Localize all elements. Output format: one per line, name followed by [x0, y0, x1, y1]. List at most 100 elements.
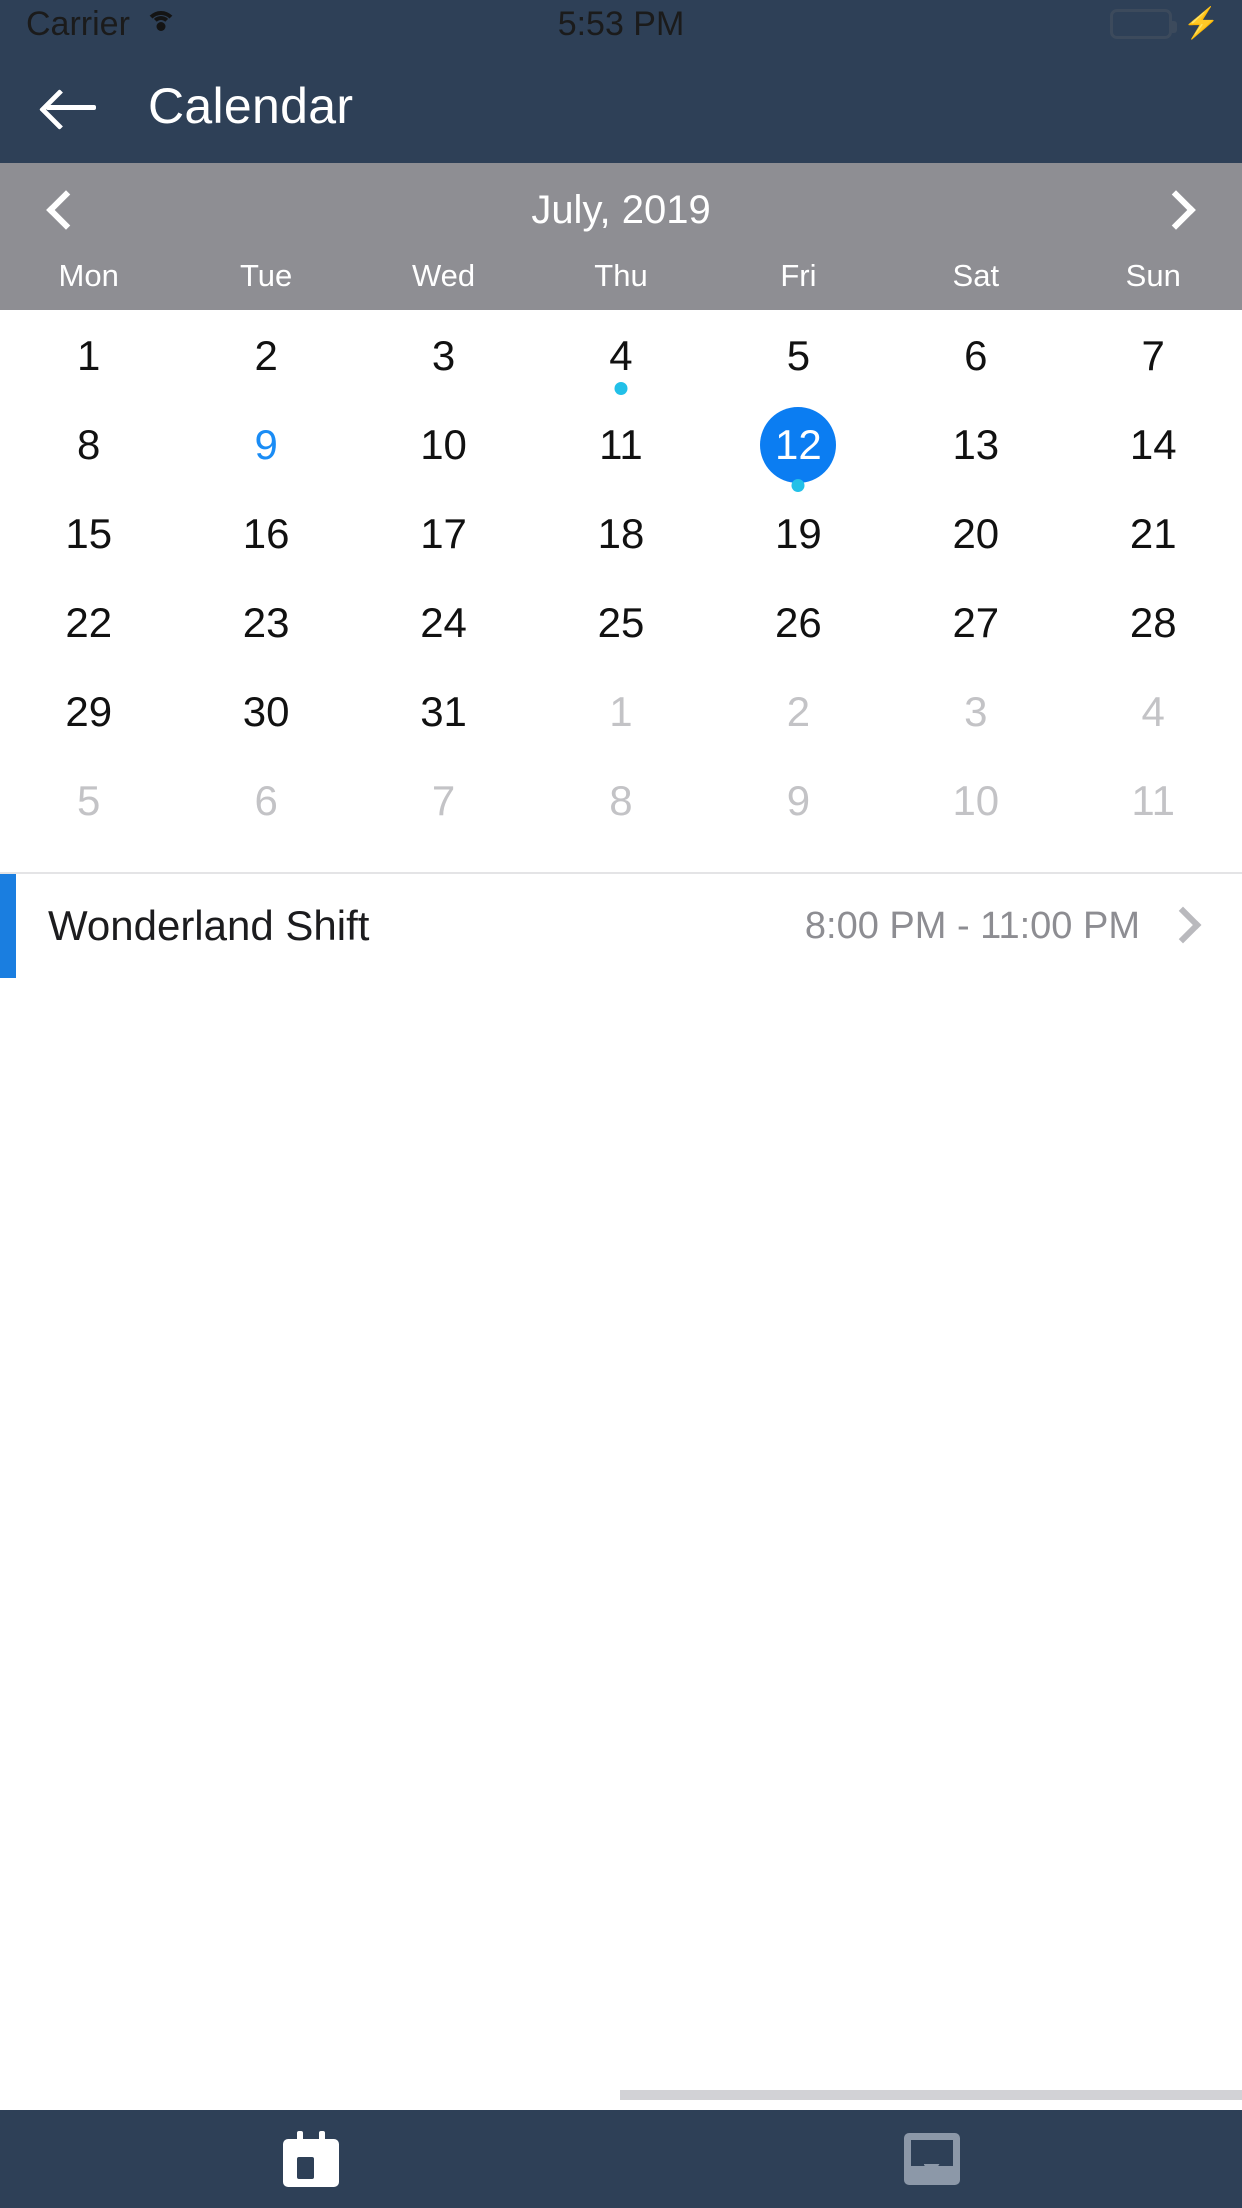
calendar-week-row: 15 16 17 18 19 20 21 — [0, 494, 1242, 583]
weekday-label-wed: Wed — [411, 258, 476, 293]
calendar-day-number: 29 — [65, 688, 113, 735]
chevron-right-icon[interactable] — [1154, 184, 1208, 238]
calendar-day-number: 4 — [1141, 688, 1165, 735]
calendar-day-cell[interactable]: 16 — [177, 494, 354, 583]
status-bar-right: ⚡ — [1109, 7, 1220, 40]
calendar-day-cell[interactable]: 21 — [1065, 494, 1242, 583]
event-indicator-dot — [791, 479, 805, 492]
app-header: Calendar — [0, 48, 1242, 163]
calendar-day-cell[interactable]: 9 — [710, 761, 887, 850]
calendar-day-cell[interactable]: 14 — [1065, 405, 1242, 494]
calendar-day-cell[interactable]: 6 — [177, 761, 354, 850]
calendar-day-cell[interactable]: 15 — [0, 494, 177, 583]
tab-calendar[interactable] — [0, 2131, 621, 2187]
weekday-label-sat: Sat — [952, 258, 1000, 293]
calendar-day-cell[interactable]: 4 — [1065, 672, 1242, 761]
calendar-day-cell[interactable]: 28 — [1065, 583, 1242, 672]
calendar-day-number: 12 — [760, 407, 837, 483]
calendar-day-cell[interactable]: 26 — [710, 583, 887, 672]
battery-full-icon — [1109, 9, 1177, 39]
calendar-day-cell[interactable]: 31 — [355, 672, 532, 761]
calendar-day-number: 7 — [431, 777, 456, 824]
calendar-icon — [282, 2131, 339, 2187]
back-arrow-icon[interactable] — [44, 86, 96, 126]
calendar-day-cell[interactable]: 23 — [177, 583, 354, 672]
calendar-day-cell[interactable]: 18 — [532, 494, 709, 583]
weekday-label-mon: Mon — [58, 258, 119, 293]
event-accent-bar — [0, 874, 16, 978]
calendar-day-cell[interactable]: 8 — [0, 405, 177, 494]
lightning-bolt-icon: ⚡ — [1182, 7, 1220, 40]
calendar-day-cell[interactable]: 25 — [532, 583, 709, 672]
calendar-day-cell[interactable]: 30 — [177, 672, 354, 761]
status-bar: Carrier 5:53 PM ⚡ — [0, 0, 1242, 48]
calendar-day-number: 23 — [242, 599, 290, 646]
calendar-day-cell[interactable]: 29 — [0, 672, 177, 761]
calendar-week-row: 8 9 10 11 12 13 14 — [0, 405, 1242, 494]
weekday-header-row: Mon Tue Wed Thu Fri Sat Sun — [0, 258, 1242, 310]
calendar-day-cell[interactable]: 7 — [1065, 316, 1242, 405]
page-title: Calendar — [148, 77, 354, 134]
calendar-day-number: 10 — [952, 777, 1000, 824]
tab-inbox[interactable] — [621, 2133, 1242, 2185]
calendar-day-number: 15 — [65, 510, 113, 557]
calendar-day-cell[interactable]: 5 — [710, 316, 887, 405]
calendar-day-cell[interactable]: 5 — [0, 761, 177, 850]
scroll-thumb[interactable] — [0, 2090, 620, 2100]
chevron-right-icon[interactable] — [1164, 906, 1206, 946]
calendar-day-number: 2 — [254, 332, 278, 379]
status-bar-time: 5:53 PM — [557, 4, 685, 43]
calendar-day-cell[interactable]: 8 — [532, 761, 709, 850]
inbox-tray-icon — [903, 2133, 960, 2185]
event-indicator-dot — [614, 382, 628, 395]
calendar-day-cell[interactable]: 10 — [355, 405, 532, 494]
calendar-day-cell[interactable]: 12 — [710, 405, 887, 494]
calendar-day-cell[interactable]: 1 — [0, 316, 177, 405]
calendar-day-cell[interactable]: 4 — [532, 316, 709, 405]
calendar-day-cell[interactable]: 19 — [710, 494, 887, 583]
calendar-day-cell[interactable]: 22 — [0, 583, 177, 672]
weekday-label-fri: Fri — [780, 258, 817, 293]
calendar-day-number: 10 — [420, 421, 467, 468]
calendar-day-cell[interactable]: 6 — [887, 316, 1064, 405]
calendar-day-cell[interactable]: 2 — [177, 316, 354, 405]
calendar-day-cell[interactable]: 9 — [177, 405, 354, 494]
weekday-label-sun: Sun — [1125, 258, 1181, 293]
calendar-day-number: 17 — [420, 510, 467, 557]
calendar-day-number: 1 — [609, 688, 633, 735]
calendar-day-cell[interactable]: 3 — [887, 672, 1064, 761]
calendar-day-number: 9 — [254, 421, 278, 468]
calendar-day-number: 6 — [964, 332, 988, 379]
calendar-day-cell[interactable]: 11 — [532, 405, 709, 494]
calendar-grid: 1 2 3 4 5 6 7 8 9 10 11 12 13 14 15 16 17 18 19 20 21 22 23 24 2… — [0, 310, 1242, 850]
calendar-day-number: 3 — [964, 688, 988, 735]
calendar-day-cell[interactable]: 11 — [1065, 761, 1242, 850]
scroll-indicator[interactable] — [0, 2090, 1242, 2100]
calendar-day-cell[interactable]: 17 — [355, 494, 532, 583]
calendar-day-cell[interactable]: 20 — [887, 494, 1064, 583]
calendar-day-cell[interactable]: 13 — [887, 405, 1064, 494]
calendar-day-number: 19 — [775, 510, 822, 557]
calendar-day-cell[interactable]: 7 — [355, 761, 532, 850]
weekday-label-thu: Thu — [594, 258, 648, 293]
calendar-day-number: 25 — [597, 599, 645, 646]
month-navigation-row: July, 2019 — [0, 163, 1242, 258]
calendar-day-number: 31 — [420, 688, 467, 735]
calendar-day-number: 1 — [77, 332, 101, 379]
calendar-day-cell[interactable]: 10 — [887, 761, 1064, 850]
calendar-day-cell[interactable]: 2 — [710, 672, 887, 761]
calendar-day-cell[interactable]: 3 — [355, 316, 532, 405]
calendar-day-cell[interactable]: 24 — [355, 583, 532, 672]
calendar-month-header: July, 2019 Mon Tue Wed Thu Fri Sat Sun — [0, 163, 1242, 310]
calendar-day-cell[interactable]: 27 — [887, 583, 1064, 672]
calendar-day-number: 27 — [952, 599, 1000, 646]
chevron-left-icon[interactable] — [34, 184, 88, 238]
calendar-day-number: 16 — [242, 510, 290, 557]
calendar-day-number: 8 — [609, 777, 633, 824]
calendar-day-cell[interactable]: 1 — [532, 672, 709, 761]
event-row[interactable]: Wonderland Shift 8:00 PM - 11:00 PM — [0, 874, 1242, 980]
calendar-day-number: 9 — [786, 777, 811, 824]
bottom-tab-bar — [0, 2110, 1242, 2208]
event-title: Wonderland Shift — [48, 902, 370, 949]
calendar-day-number: 11 — [599, 421, 643, 468]
